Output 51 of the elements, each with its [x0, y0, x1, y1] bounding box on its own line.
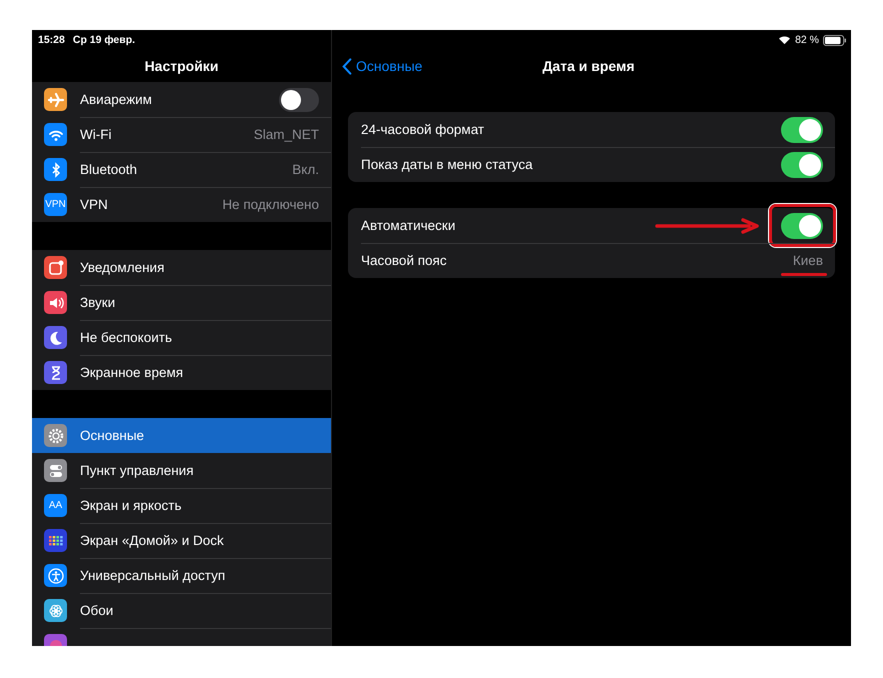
sidebar-label: Bluetooth	[80, 162, 138, 177]
toggle-switch[interactable]	[781, 116, 823, 142]
sidebar-title: Настройки	[144, 57, 220, 76]
sidebar-label: Пункт управления	[80, 463, 195, 478]
sidebar-label: Основные	[80, 428, 146, 443]
setting-label: 24-часовой формат	[361, 122, 484, 137]
toggle-switch[interactable]	[279, 88, 319, 112]
sidebar-item[interactable]: Уведомления	[32, 250, 331, 285]
status-time: 15:28	[38, 34, 65, 46]
back-button[interactable]: Основные	[342, 58, 422, 74]
wifi-signal-icon	[778, 35, 792, 45]
battery-icon	[823, 34, 847, 46]
sidebar-item[interactable]: Не беспокоить	[32, 320, 331, 355]
sidebar-label: Экран и яркость	[80, 498, 182, 513]
sidebar-item[interactable]: Экран «Домой» и Dock	[32, 523, 331, 558]
status-date: Ср 19 февр.	[72, 34, 136, 46]
setting-value: Киев	[792, 253, 823, 268]
sidebar-item[interactable]: Универсальный доступ	[32, 558, 331, 593]
sidebar-label: Уведомления	[80, 260, 166, 275]
sidebar-label: Экранное время	[80, 365, 184, 380]
toggle-switch[interactable]	[781, 152, 823, 178]
sidebar-label: Экран «Домой» и Dock	[80, 533, 225, 548]
settings-app-icon: VPN	[44, 193, 67, 216]
sidebar-label: Обои	[80, 603, 114, 618]
sidebar-item[interactable]: VPN VPN Не подключено	[32, 187, 331, 222]
setting-value: Slam_NET	[254, 127, 319, 142]
sidebar-item[interactable]: Bluetooth Вкл.	[32, 152, 331, 187]
sidebar-item[interactable]: Обои	[32, 593, 331, 628]
sidebar-label: Звуки	[80, 295, 116, 310]
sidebar-item[interactable]: Wi-Fi Slam_NET	[32, 117, 331, 152]
page-title: Дата и время	[542, 58, 635, 74]
battery-percent: 82 %	[795, 34, 819, 46]
settings-app-icon: AA	[44, 494, 67, 517]
sidebar-item[interactable]: AA Экран и яркость	[32, 488, 331, 523]
setting-value: Не подключено	[222, 197, 319, 212]
setting-label: Показ даты в меню статуса	[361, 157, 533, 172]
sidebar-label: Wi-Fi	[80, 127, 112, 142]
sidebar-item[interactable]: Пункт управления	[32, 453, 331, 488]
setting-label: Часовой пояс	[361, 253, 447, 268]
sidebar-item[interactable]: Звуки	[32, 285, 331, 320]
sidebar-label: Универсальный доступ	[80, 568, 226, 583]
sidebar-item[interactable]: Экранное время	[32, 355, 331, 390]
chevron-left-icon	[342, 58, 352, 74]
setting-value: Вкл.	[292, 162, 319, 177]
sidebar-item[interactable]: Основные	[32, 418, 331, 453]
sidebar-label: VPN	[80, 197, 109, 212]
sidebar-item[interactable]: Авиарежим	[32, 82, 331, 117]
toggle-switch[interactable]	[781, 212, 823, 238]
setting-label: Автоматически	[361, 218, 456, 233]
sidebar-label: Не беспокоить	[80, 330, 173, 345]
sidebar-label: Авиарежим	[80, 92, 153, 107]
